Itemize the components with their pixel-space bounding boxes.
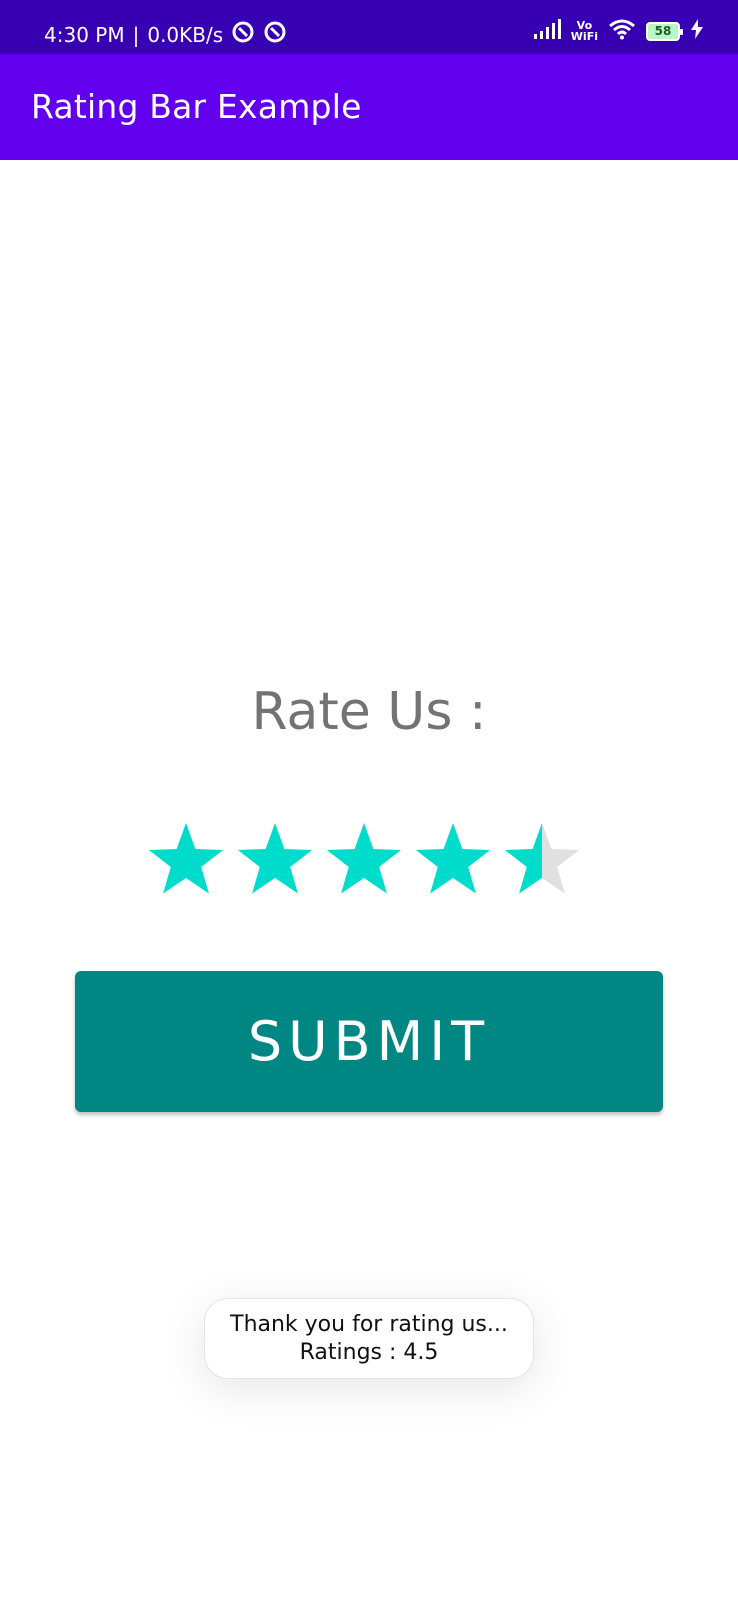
battery-icon: 58 [646, 21, 683, 41]
status-left: 4:30 PM | 0.0KB/s [44, 20, 287, 49]
wifi-text: WiFi [570, 30, 598, 43]
star-2-icon[interactable] [237, 823, 313, 894]
app-title: Rating Bar Example [31, 87, 362, 126]
sync-icon [263, 20, 287, 49]
charging-bolt-icon [690, 19, 704, 43]
toast-line-rating: Ratings : 4.5 [299, 1339, 439, 1365]
rating-bar[interactable] [146, 820, 590, 900]
submit-button[interactable]: SUBMIT [75, 971, 663, 1112]
app-bar: Rating Bar Example [0, 54, 738, 160]
status-time: 4:30 PM [44, 22, 125, 47]
toast-line-thanks: Thank you for rating us... [230, 1311, 508, 1337]
battery-level: 58 [654, 24, 672, 38]
vowifi-icon: Vo WiFi [571, 20, 598, 42]
status-speed: 0.0KB/s [147, 22, 224, 47]
status-separator: | [132, 22, 140, 47]
rate-us-label: Rate Us : [251, 682, 487, 742]
star-5-icon[interactable] [504, 823, 580, 894]
screen: 4:30 PM | 0.0KB/s Vo WiFi 58 Rating Bar … [0, 0, 738, 1600]
star-1-icon[interactable] [148, 823, 224, 894]
star-4-icon[interactable] [415, 823, 491, 894]
star-3-icon[interactable] [326, 823, 402, 894]
wifi-icon [608, 18, 636, 44]
signal-icon [533, 18, 561, 44]
status-right: Vo WiFi 58 [533, 18, 704, 44]
sync-icon [231, 20, 255, 49]
status-bar: 4:30 PM | 0.0KB/s Vo WiFi 58 [0, 0, 738, 54]
toast-message: Thank you for rating us... Ratings : 4.5 [204, 1298, 534, 1379]
